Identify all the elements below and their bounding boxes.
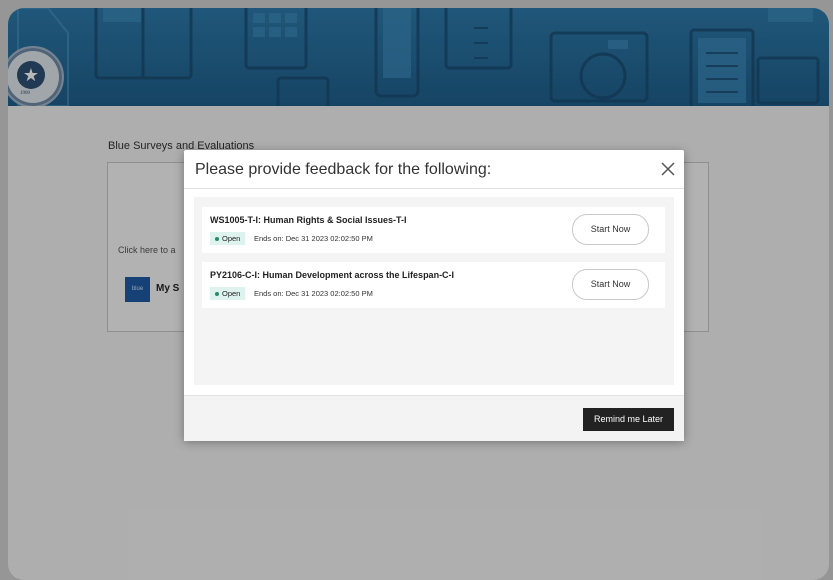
survey-list: WS1005-T-I: Human Rights & Social Issues… xyxy=(194,197,674,385)
status-text: Open xyxy=(222,289,241,298)
survey-item: WS1005-T-I: Human Rights & Social Issues… xyxy=(202,207,665,253)
modal-footer: Remind me Later xyxy=(184,395,684,441)
status-text: Open xyxy=(222,234,241,243)
start-now-button[interactable]: Start Now xyxy=(572,269,649,300)
survey-end-date: Ends on: Dec 31 2023 02:02:50 PM xyxy=(254,289,373,298)
status-badge: Open xyxy=(210,232,246,245)
survey-course-title: WS1005-T-I: Human Rights & Social Issues… xyxy=(210,215,407,225)
modal-title: Please provide feedback for the followin… xyxy=(195,161,492,178)
status-dot-icon xyxy=(215,237,219,242)
close-icon[interactable] xyxy=(658,159,678,179)
status-badge: Open xyxy=(210,287,246,300)
survey-item: PY2106-C-I: Human Development across the… xyxy=(202,262,665,308)
remind-me-later-button[interactable]: Remind me Later xyxy=(583,408,674,431)
modal-header: Please provide feedback for the followin… xyxy=(184,150,684,189)
start-now-button[interactable]: Start Now xyxy=(572,214,649,245)
feedback-modal: Please provide feedback for the followin… xyxy=(184,150,684,441)
survey-end-date: Ends on: Dec 31 2023 02:02:50 PM xyxy=(254,234,373,243)
status-dot-icon xyxy=(215,292,219,297)
survey-course-title: PY2106-C-I: Human Development across the… xyxy=(210,270,455,280)
